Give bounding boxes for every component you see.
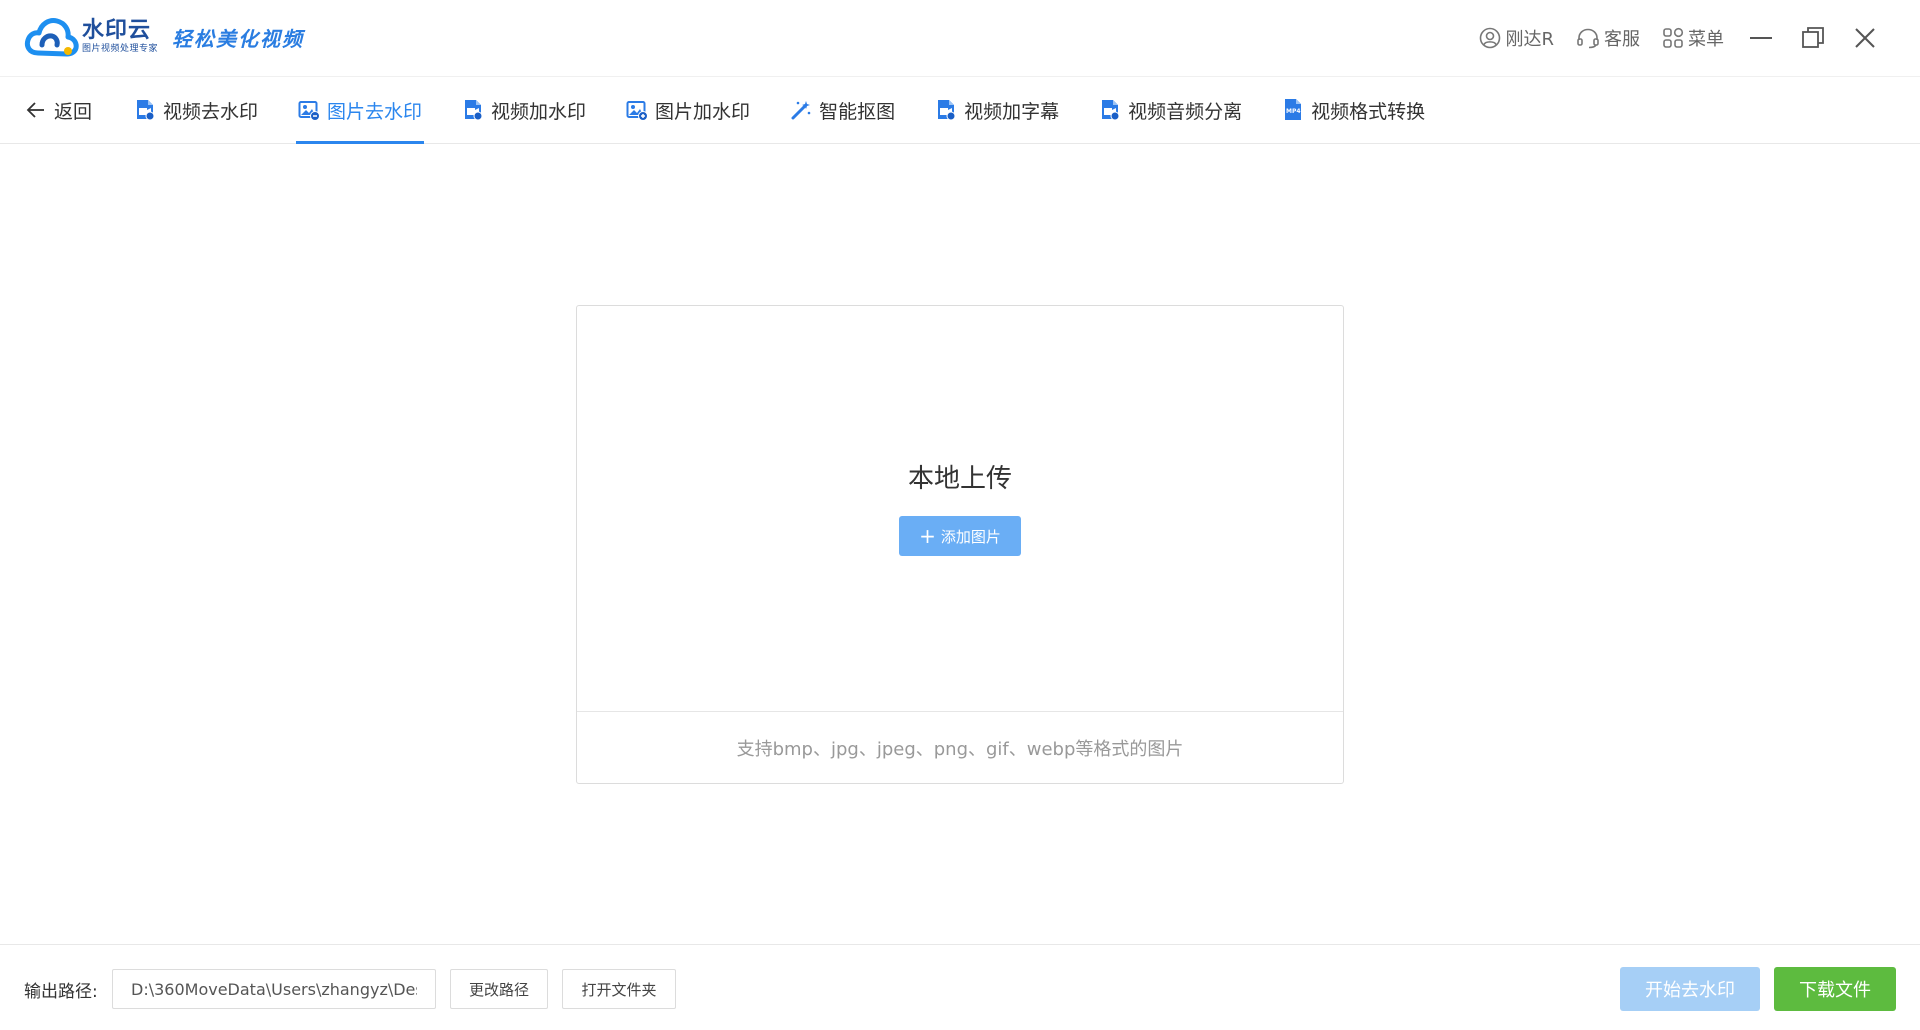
mp4-file-icon: MP4	[1285, 99, 1302, 120]
cloud-logo-icon	[24, 18, 79, 57]
change-path-button[interactable]: 更改路径	[450, 969, 548, 1009]
back-button[interactable]: 返回	[26, 77, 92, 143]
grid-menu-icon	[1663, 27, 1684, 48]
app-name: 水印云	[82, 18, 152, 43]
image-file-icon	[626, 101, 649, 121]
video-file-icon	[1102, 100, 1120, 121]
user-account-button[interactable]: 刚达R	[1479, 25, 1554, 51]
close-window-button[interactable]	[1850, 23, 1880, 53]
app-slogan: 轻松美化视频	[172, 26, 305, 51]
headset-icon	[1577, 28, 1599, 49]
video-file-icon	[938, 100, 956, 121]
output-path-label: 输出路径:	[24, 982, 98, 1002]
tab-smart-cutout[interactable]: 智能抠图	[788, 77, 897, 143]
add-image-button[interactable]: + 添加图片	[899, 516, 1021, 556]
tab-video-format-convert[interactable]: MP4 视频格式转换	[1280, 77, 1427, 143]
video-file-icon	[137, 100, 155, 121]
tab-video-remove-watermark[interactable]: 视频去水印	[132, 77, 260, 143]
tab-label: 视频加字幕	[964, 100, 1060, 123]
start-remove-watermark-button[interactable]: 开始去水印	[1620, 967, 1760, 1011]
bottom-bar: 输出路径: 更改路径 打开文件夹 开始去水印 下载文件	[0, 944, 1920, 1030]
tab-video-audio-split[interactable]: 视频音频分离	[1097, 77, 1244, 143]
magic-wand-icon	[791, 101, 811, 120]
supported-formats-hint: 支持bmp、jpg、jpeg、png、gif、webp等格式的图片	[577, 711, 1343, 783]
tab-image-remove-watermark[interactable]: 图片去水印	[296, 77, 425, 144]
tab-label: 图片去水印	[327, 100, 423, 123]
menu-label: 菜单	[1688, 29, 1724, 50]
title-bar: 水印云 图片视频处理专家 轻松美化视频 刚达R 客服 菜单	[0, 0, 1920, 76]
top-right-controls: 刚达R 客服 菜单	[1457, 20, 1880, 56]
tab-label: 视频格式转换	[1311, 100, 1426, 123]
user-name: 刚达R	[1505, 29, 1554, 50]
restore-icon	[1802, 27, 1824, 48]
tab-label: 智能抠图	[819, 100, 896, 123]
customer-service-button[interactable]: 客服	[1576, 25, 1640, 51]
tool-tabs: 视频去水印 图片去水印 视频加水印 图片加水印 智能抠图 视频加字幕 视频音频分…	[132, 77, 1463, 144]
tab-label: 视频音频分离	[1128, 100, 1243, 123]
close-icon	[1855, 28, 1875, 48]
service-label: 客服	[1604, 29, 1640, 50]
output-path-input[interactable]	[112, 969, 436, 1009]
restore-button[interactable]	[1798, 23, 1828, 53]
minimize-icon	[1750, 37, 1772, 39]
add-image-label: 添加图片	[940, 527, 1001, 546]
back-label: 返回	[54, 100, 93, 123]
video-file-icon	[465, 100, 483, 121]
download-file-button[interactable]: 下载文件	[1774, 967, 1896, 1011]
upload-drop-zone[interactable]: 本地上传 + 添加图片 支持bmp、jpg、jpeg、png、gif、webp等…	[576, 305, 1344, 784]
menu-button[interactable]: 菜单	[1662, 25, 1724, 51]
user-circle-icon	[1480, 27, 1501, 49]
tab-image-add-watermark[interactable]: 图片加水印	[624, 77, 752, 143]
app-logo: 水印云 图片视频处理专家 轻松美化视频	[24, 14, 304, 60]
tab-label: 视频去水印	[163, 100, 259, 123]
image-file-icon	[298, 101, 321, 121]
tab-label: 视频加水印	[491, 100, 587, 123]
function-toolbar: 返回 视频去水印 图片去水印 视频加水印 图片加水印 智能抠图 视频加字幕 视频…	[0, 76, 1920, 144]
minimize-button[interactable]	[1746, 23, 1776, 53]
arrow-left-icon	[26, 102, 44, 118]
app-subtitle: 图片视频处理专家	[82, 44, 159, 54]
tab-label: 图片加水印	[655, 100, 751, 123]
upload-title: 本地上传	[907, 464, 1012, 494]
tab-video-add-watermark[interactable]: 视频加水印	[460, 77, 588, 143]
plus-icon: +	[919, 524, 936, 548]
mp4-badge-text: MP4	[1286, 108, 1301, 115]
open-folder-button[interactable]: 打开文件夹	[562, 969, 676, 1009]
tab-video-add-subtitle[interactable]: 视频加字幕	[933, 77, 1061, 143]
